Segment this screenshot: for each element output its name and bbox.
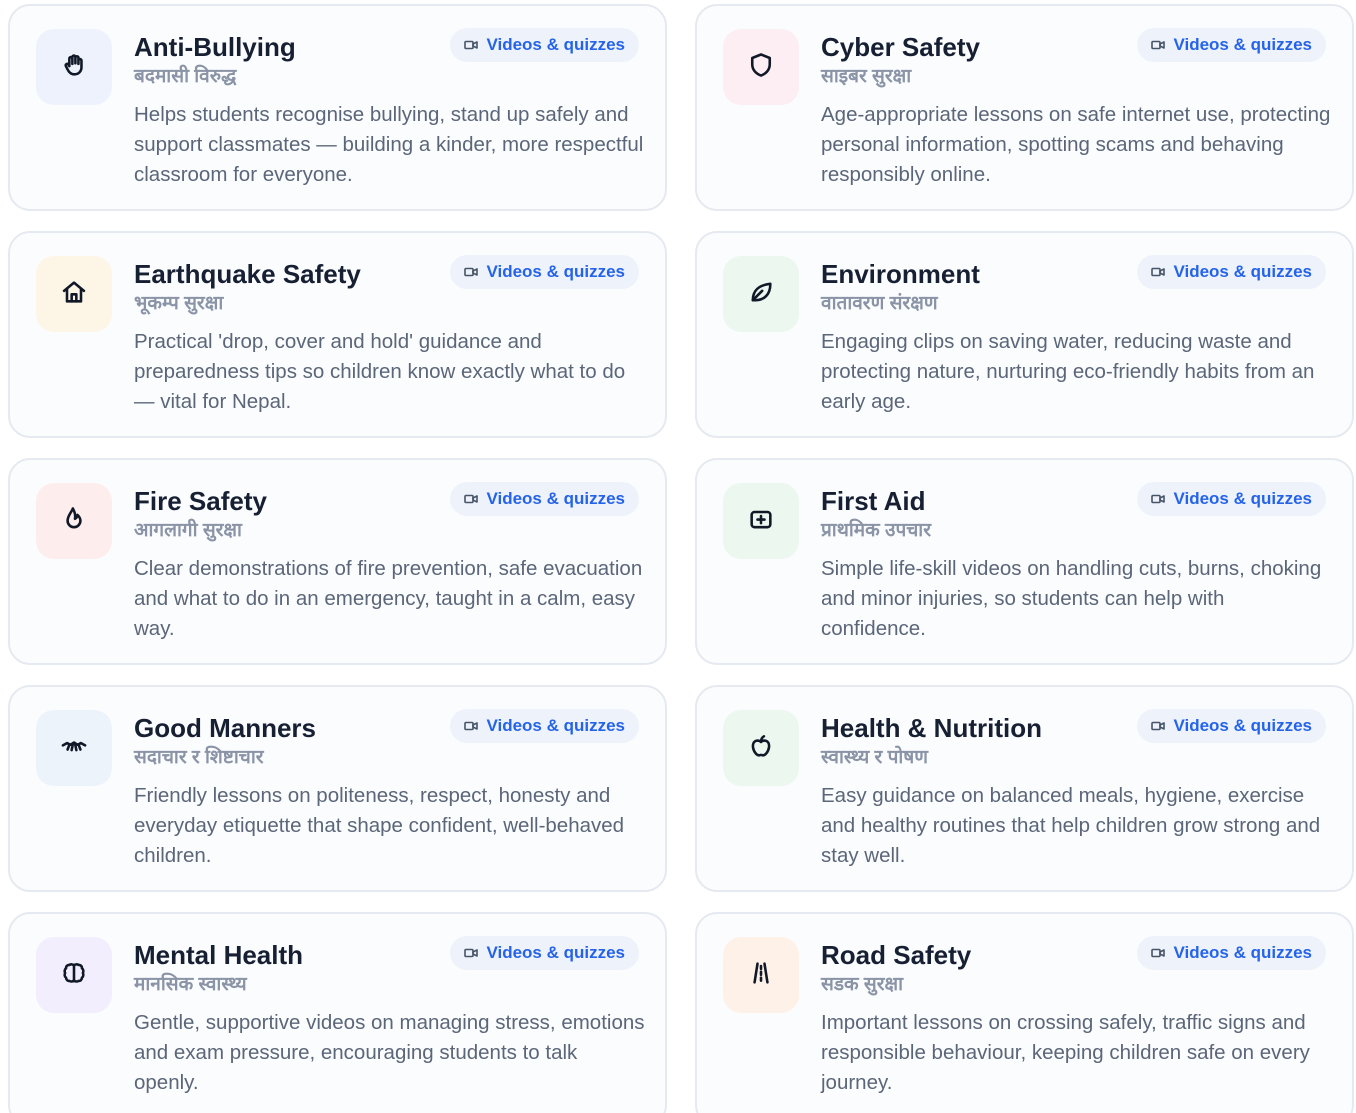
video-camera-icon (1151, 266, 1166, 278)
badge-label: Videos & quizzes (486, 716, 625, 735)
shield-icon (747, 51, 775, 84)
topic-title: First Aid (821, 486, 926, 516)
topic-card-mental-health[interactable]: Mental Health मानसिक स्वास्थ्य Gentle, s… (8, 912, 667, 1113)
topic-card-earthquake-safety[interactable]: Earthquake Safety भूकम्प सुरक्षा Practic… (8, 231, 667, 438)
badge-label: Videos & quizzes (1173, 716, 1312, 735)
topic-subtitle-nepali: प्राथमिक उपचार (821, 520, 931, 541)
topic-subtitle-nepali: वातावरण संरक्षण (821, 293, 938, 314)
topic-description: Practical 'drop, cover and hold' guidanc… (134, 330, 626, 413)
badge-label: Videos & quizzes (486, 489, 625, 508)
topic-description: Simple life-skill videos on handling cut… (821, 557, 1322, 640)
house-icon (60, 278, 88, 311)
apple-icon (747, 732, 775, 765)
videos-quizzes-badge[interactable]: Videos & quizzes (1137, 936, 1326, 970)
topic-title: Earthquake Safety (134, 259, 361, 289)
topic-card-good-manners[interactable]: Good Manners सदाचार र शिष्टाचार Friendly… (8, 685, 667, 892)
icon-tile (36, 29, 112, 105)
topic-card-cyber-safety[interactable]: Cyber Safety साइबर सुरक्षा Age-appropria… (695, 4, 1354, 211)
video-camera-icon (464, 266, 479, 278)
topic-title: Fire Safety (134, 486, 267, 516)
icon-tile (36, 710, 112, 786)
topic-subtitle-nepali: भूकम्प सुरक्षा (134, 293, 224, 314)
topic-card-fire-safety[interactable]: Fire Safety आगलागी सुरक्षा Clear demonst… (8, 458, 667, 665)
topic-card-first-aid[interactable]: First Aid प्राथमिक उपचार Simple life-ski… (695, 458, 1354, 665)
topic-description: Clear demonstrations of fire prevention,… (134, 557, 643, 640)
topic-description: Age-appropriate lessons on safe internet… (821, 103, 1331, 186)
video-camera-icon (464, 39, 479, 51)
videos-quizzes-badge[interactable]: Videos & quizzes (1137, 482, 1326, 516)
topic-subtitle-nepali: सडक सुरक्षा (821, 974, 904, 995)
videos-quizzes-badge[interactable]: Videos & quizzes (450, 709, 639, 743)
topic-title: Road Safety (821, 940, 972, 970)
topic-card-environment[interactable]: Environment वातावरण संरक्षण Engaging cli… (695, 231, 1354, 438)
topic-subtitle-nepali: बदमासी विरुद्ध (134, 66, 237, 87)
topic-description: Gentle, supportive videos on managing st… (134, 1011, 645, 1094)
icon-tile (723, 29, 799, 105)
icon-tile (36, 483, 112, 559)
topic-description: Engaging clips on saving water, reducing… (821, 330, 1315, 413)
topic-title: Cyber Safety (821, 32, 980, 62)
badge-label: Videos & quizzes (1173, 262, 1312, 281)
topic-title: Environment (821, 259, 980, 289)
video-camera-icon (1151, 39, 1166, 51)
badge-label: Videos & quizzes (1173, 35, 1312, 54)
video-camera-icon (464, 720, 479, 732)
videos-quizzes-badge[interactable]: Videos & quizzes (1137, 28, 1326, 62)
icon-tile (36, 937, 112, 1013)
topic-subtitle-nepali: सदाचार र शिष्टाचार (134, 747, 264, 768)
topic-subtitle-nepali: साइबर सुरक्षा (821, 66, 912, 87)
topic-subtitle-nepali: आगलागी सुरक्षा (134, 520, 242, 541)
videos-quizzes-badge[interactable]: Videos & quizzes (450, 255, 639, 289)
icon-tile (723, 483, 799, 559)
badge-label: Videos & quizzes (486, 943, 625, 962)
badge-label: Videos & quizzes (1173, 943, 1312, 962)
badge-label: Videos & quizzes (486, 35, 625, 54)
brain-icon (60, 959, 88, 992)
topic-title: Mental Health (134, 940, 304, 970)
flame-icon (60, 505, 88, 538)
badge-label: Videos & quizzes (1173, 489, 1312, 508)
videos-quizzes-badge[interactable]: Videos & quizzes (450, 482, 639, 516)
icon-tile (723, 710, 799, 786)
video-camera-icon (1151, 947, 1166, 959)
topic-subtitle-nepali: मानसिक स्वास्थ्य (134, 974, 247, 995)
icon-tile (723, 256, 799, 332)
videos-quizzes-badge[interactable]: Videos & quizzes (450, 28, 639, 62)
topic-subtitle-nepali: स्वास्थ्य र पोषण (821, 747, 929, 768)
leaf-icon (747, 278, 775, 311)
topic-card-health-nutrition[interactable]: Health & Nutrition स्वास्थ्य र पोषण Easy… (695, 685, 1354, 892)
topic-description: Important lessons on crossing safely, tr… (821, 1011, 1310, 1094)
video-camera-icon (464, 493, 479, 505)
video-camera-icon (1151, 720, 1166, 732)
videos-quizzes-badge[interactable]: Videos & quizzes (450, 936, 639, 970)
video-camera-icon (464, 947, 479, 959)
video-camera-icon (1151, 493, 1166, 505)
topic-description: Helps students recognise bullying, stand… (134, 103, 644, 186)
videos-quizzes-badge[interactable]: Videos & quizzes (1137, 709, 1326, 743)
topic-card-anti-bullying[interactable]: Anti-Bullying बदमासी विरुद्ध Helps stude… (8, 4, 667, 211)
handshake-icon (60, 732, 88, 765)
first-aid-kit-icon (747, 505, 775, 538)
badge-label: Videos & quizzes (486, 262, 625, 281)
icon-tile (723, 937, 799, 1013)
topic-title: Anti-Bullying (134, 32, 296, 62)
icon-tile (36, 256, 112, 332)
road-icon (747, 959, 775, 992)
topic-description: Friendly lessons on politeness, respect,… (134, 784, 625, 867)
topic-title: Health & Nutrition (821, 713, 1042, 743)
topic-title: Good Manners (134, 713, 317, 743)
topic-grid: Anti-Bullying बदमासी विरुद्ध Helps stude… (0, 0, 1356, 1113)
topic-description: Easy guidance on balanced meals, hygiene… (821, 784, 1321, 867)
raised-hand-icon (60, 51, 88, 84)
topic-card-road-safety[interactable]: Road Safety सडक सुरक्षा Important lesson… (695, 912, 1354, 1113)
videos-quizzes-badge[interactable]: Videos & quizzes (1137, 255, 1326, 289)
